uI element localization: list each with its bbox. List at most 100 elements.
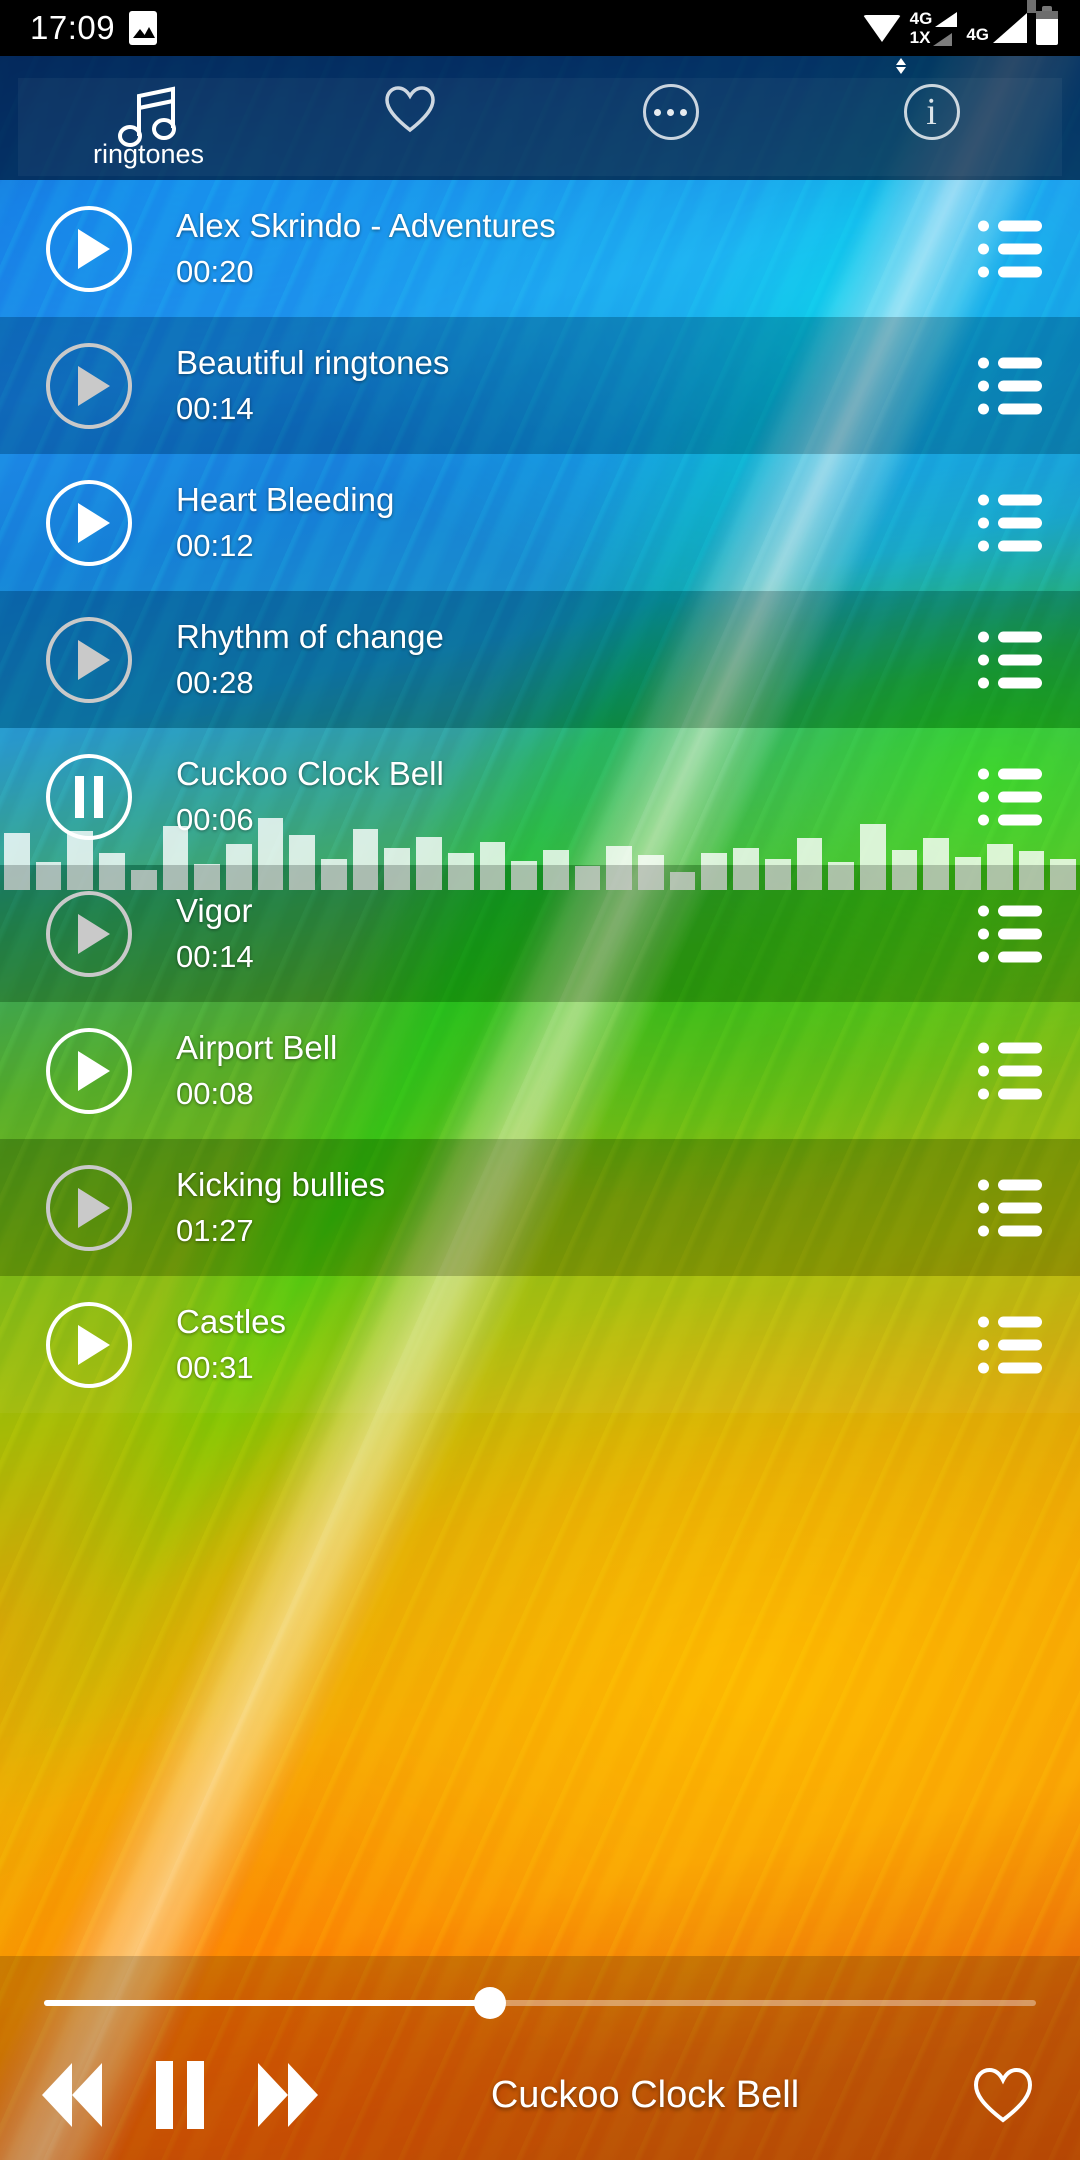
info-icon: i <box>903 84 960 140</box>
tab-more-options[interactable] <box>540 78 801 176</box>
list-menu-icon[interactable] <box>978 1042 1042 1099</box>
track-row[interactable]: Alex Skrindo - Adventures 00:20 <box>0 180 1080 317</box>
track-title: Alex Skrindo - Adventures <box>176 206 556 244</box>
status-bar-right: 4G 1X 4G <box>862 0 1080 74</box>
top-toolbar-container: ringtones i <box>0 56 1080 180</box>
play-icon <box>77 913 110 954</box>
play-button[interactable] <box>46 1301 132 1388</box>
play-button[interactable] <box>46 342 132 429</box>
signal-bars-bottom-icon <box>933 33 953 46</box>
play-icon <box>77 365 110 406</box>
seek-bar-thumb[interactable] <box>474 1987 507 2019</box>
pause-icon[interactable] <box>130 2060 230 2130</box>
track-row[interactable]: Airport Bell 00:08 <box>0 1002 1080 1139</box>
player-controls: Cuckoo Clock Bell <box>0 2040 1080 2150</box>
app-screen: 17:09 4G 1X 4G ringtones i Alex Skrindo … <box>0 0 1080 2160</box>
track-duration: 00:06 <box>176 801 254 837</box>
tab-ringtones-label: ringtones <box>92 139 205 169</box>
list-menu-icon[interactable] <box>978 1179 1042 1236</box>
play-icon <box>77 1324 110 1365</box>
seek-bar[interactable] <box>44 1987 1036 2019</box>
list-menu-icon[interactable] <box>978 905 1042 962</box>
track-title: Castles <box>176 1302 287 1340</box>
track-duration: 00:14 <box>176 390 254 426</box>
list-menu-icon[interactable] <box>978 220 1042 277</box>
track-row[interactable]: Beautiful ringtones 00:14 <box>0 317 1080 454</box>
pause-button[interactable] <box>46 753 132 840</box>
play-button[interactable] <box>46 205 132 292</box>
rewind-glyph <box>42 2063 102 2127</box>
list-menu-icon[interactable] <box>978 1316 1042 1373</box>
more-options-icon <box>642 84 699 140</box>
track-title: Cuckoo Clock Bell <box>176 754 444 792</box>
forward-icon[interactable] <box>238 2060 338 2130</box>
track-row[interactable]: Heart Bleeding 00:12 <box>0 454 1080 591</box>
seek-bar-fill <box>44 2000 491 2006</box>
track-duration: 00:28 <box>176 664 254 700</box>
track-title: Beautiful ringtones <box>176 343 450 381</box>
list-menu-icon[interactable] <box>978 494 1042 551</box>
wifi-icon <box>862 14 906 74</box>
pause-icon <box>75 775 103 818</box>
network-label-4g: 4G <box>909 9 933 28</box>
network-label-sim2: 4G <box>966 25 989 44</box>
play-icon <box>77 228 110 269</box>
heart-outline-icon <box>383 84 437 134</box>
rewind-icon[interactable] <box>22 2060 122 2130</box>
track-meta: Rhythm of change 00:28 <box>176 617 444 700</box>
track-title: Vigor <box>176 891 253 929</box>
track-meta: Beautiful ringtones 00:14 <box>176 343 450 426</box>
play-icon <box>77 1050 110 1091</box>
list-menu-icon[interactable] <box>978 631 1042 688</box>
tab-ringtones[interactable]: ringtones <box>18 78 279 176</box>
track-title: Rhythm of change <box>176 617 444 655</box>
track-meta: Heart Bleeding 00:12 <box>176 480 395 563</box>
top-toolbar: ringtones i <box>18 78 1062 176</box>
track-title: Heart Bleeding <box>176 480 395 518</box>
track-row[interactable]: Kicking bullies 01:27 <box>0 1139 1080 1276</box>
signal-bars-top-icon <box>935 12 958 27</box>
track-meta: Cuckoo Clock Bell 00:06 <box>176 754 444 837</box>
track-meta: Airport Bell 00:08 <box>176 1028 338 1110</box>
list-menu-icon[interactable] <box>978 768 1042 825</box>
track-meta: Alex Skrindo - Adventures 00:20 <box>176 206 556 289</box>
signal-4g-1x-icon: 4G 1X <box>910 10 958 46</box>
status-bar: 17:09 4G 1X 4G <box>0 0 1080 74</box>
track-duration: 00:20 <box>176 253 254 289</box>
battery-icon <box>1036 6 1058 45</box>
play-button[interactable] <box>46 616 132 703</box>
track-row[interactable]: Castles 00:31 <box>0 1276 1080 1413</box>
network-label-1x: 1X <box>909 28 931 47</box>
track-meta: Kicking bullies 01:27 <box>176 1165 386 1248</box>
bottom-player-bar: Cuckoo Clock Bell <box>0 1956 1080 2160</box>
ringtone-list[interactable]: Alex Skrindo - Adventures 00:20 Beautiful … <box>0 180 1080 1956</box>
track-row[interactable]: Cuckoo Clock Bell 00:06 <box>0 728 1080 890</box>
track-title: Kicking bullies <box>176 1165 386 1203</box>
play-icon <box>77 1187 110 1228</box>
status-bar-clock: 17:09 <box>30 9 116 46</box>
heart-outline-icon[interactable] <box>972 2065 1034 2125</box>
track-duration: 00:12 <box>176 527 254 563</box>
track-meta: Vigor 00:14 <box>176 891 254 973</box>
pause-glyph <box>156 2061 204 2129</box>
play-button[interactable] <box>46 1027 132 1114</box>
status-bar-left: 17:09 <box>0 9 158 47</box>
list-menu-icon[interactable] <box>978 357 1042 414</box>
track-row[interactable]: Rhythm of change 00:28 <box>0 591 1080 728</box>
tab-info[interactable]: i <box>801 78 1062 176</box>
track-title: Airport Bell <box>176 1028 338 1066</box>
play-button[interactable] <box>46 479 132 566</box>
tab-favorites[interactable] <box>279 78 540 176</box>
track-row[interactable]: Vigor 00:14 <box>0 865 1080 1002</box>
wifi-activity-arrows-icon <box>894 57 908 80</box>
track-meta: Castles 00:31 <box>176 1302 287 1385</box>
three-dots-glyph <box>654 108 687 116</box>
now-playing-title: Cuckoo Clock Bell <box>490 2073 800 2116</box>
forward-glyph <box>258 2063 318 2127</box>
play-button[interactable] <box>46 890 132 977</box>
track-duration: 00:31 <box>176 1349 254 1385</box>
track-duration: 01:27 <box>176 1212 254 1248</box>
play-icon <box>77 502 110 543</box>
play-icon <box>77 639 110 680</box>
play-button[interactable] <box>46 1164 132 1251</box>
